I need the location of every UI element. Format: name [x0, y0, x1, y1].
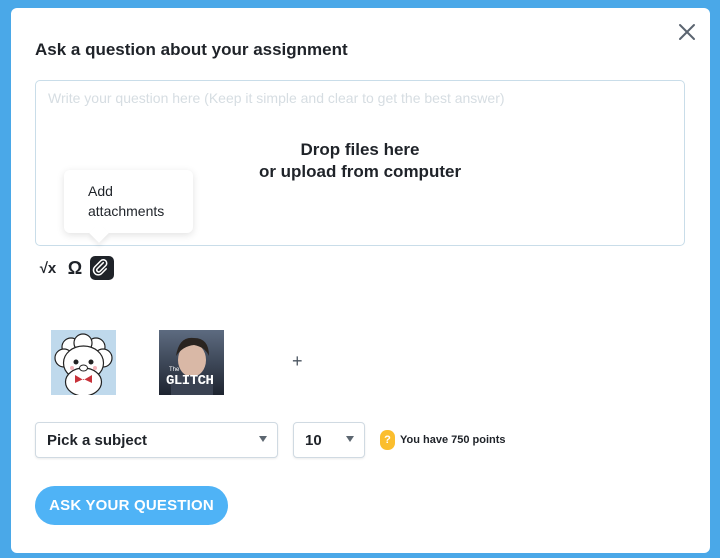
subject-select-value: Pick a subject	[47, 431, 148, 449]
points-select[interactable]: 10	[293, 422, 365, 458]
chevron-down-icon	[346, 436, 354, 442]
drop-zone-line1: Drop files here	[300, 140, 420, 159]
points-select-value: 10	[305, 431, 322, 449]
question-input[interactable]	[48, 90, 668, 112]
special-symbol-button[interactable]: Ω	[63, 256, 87, 280]
chevron-down-icon	[259, 436, 267, 442]
omega-icon: Ω	[67, 257, 83, 278]
question-mark-icon: ?	[380, 430, 395, 450]
tooltip-line2: attachments	[88, 203, 165, 219]
add-attachment-button[interactable]	[90, 256, 114, 280]
square-root-icon: √x	[39, 259, 57, 277]
editor-toolbar: √x Ω	[36, 256, 117, 280]
math-formula-button[interactable]: √x	[36, 256, 60, 280]
close-icon	[679, 24, 695, 40]
paperclip-icon	[92, 259, 108, 276]
glitch-caption: GLITCH	[166, 373, 214, 389]
attachment-thumbnail[interactable]	[51, 330, 116, 395]
tooltip-line1: Add	[88, 183, 113, 199]
ask-question-modal: Ask a question about your assignment Dro…	[11, 8, 710, 553]
points-info: ? You have 750 points	[380, 430, 506, 450]
bt21-rj-image	[51, 330, 116, 395]
add-more-attachments-button[interactable]: +	[292, 351, 303, 372]
attachments-tooltip: Add attachments	[64, 170, 193, 233]
modal-title: Ask a question about your assignment	[35, 40, 348, 59]
subject-select[interactable]: Pick a subject	[35, 422, 278, 458]
points-balance-text: You have 750 points	[400, 434, 506, 446]
ask-question-button[interactable]: ASK YOUR QUESTION	[35, 486, 228, 525]
attachment-thumbnail[interactable]: The GLITCH	[159, 330, 224, 395]
close-button[interactable]	[675, 20, 699, 44]
